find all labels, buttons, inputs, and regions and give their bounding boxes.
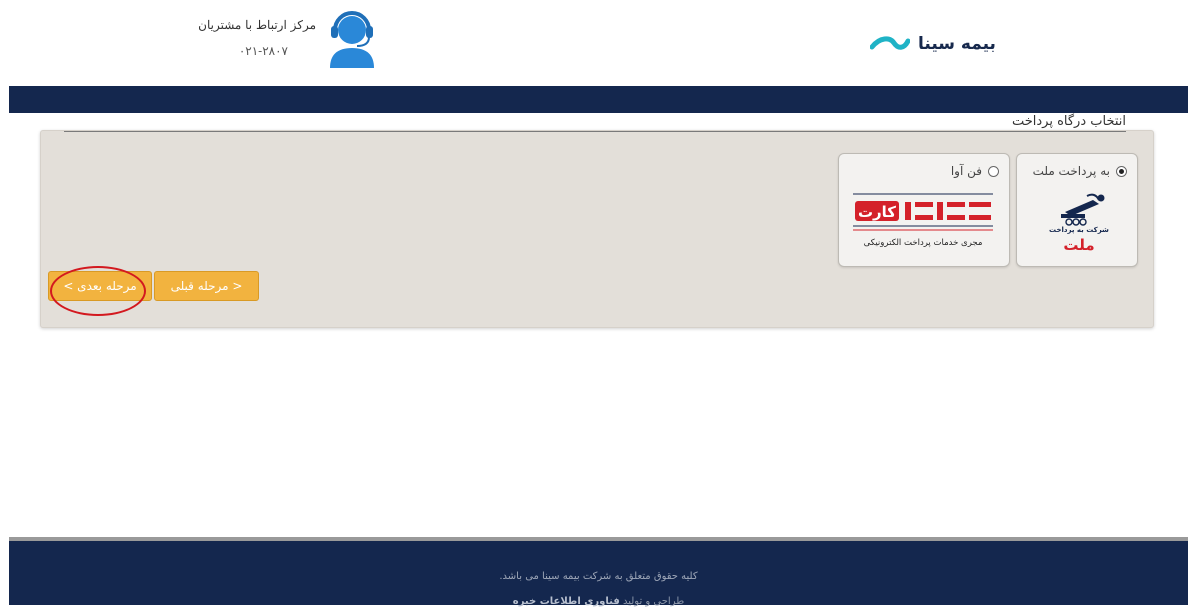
gateway-option-fanava[interactable]: فن آوا کارت مجری خدمات پرداخت الکترونیکی bbox=[838, 153, 1010, 267]
section-divider bbox=[64, 131, 1126, 132]
gateway-radio-mellat[interactable] bbox=[1116, 165, 1127, 177]
site-footer: کلیه حقوق متعلق به شرکت بیمه سینا می باش… bbox=[9, 541, 1188, 607]
brand-wave-icon bbox=[870, 36, 910, 50]
gateway-option-mellat[interactable]: به پرداخت ملت شرکت به پرداخت ملت bbox=[1016, 153, 1138, 267]
footer-credit-company[interactable]: فناوری اطلاعات خبره bbox=[513, 596, 620, 607]
support-phone: ۰۲۱-۲۸۰۷ bbox=[238, 44, 288, 58]
support-title: مرکز ارتباط با مشتریان bbox=[198, 18, 316, 32]
mellat-logo: شرکت به پرداخت ملت bbox=[1047, 190, 1111, 262]
fanava-card-logo: کارت مجری خدمات پرداخت الکترونیکی bbox=[849, 192, 997, 254]
site-header: بیمه سینا مرکز ارتباط با مشتریان ۰۲۱-۲۸۰… bbox=[0, 0, 1188, 86]
support-center: مرکز ارتباط با مشتریان ۰۲۱-۲۸۰۷ bbox=[190, 10, 380, 72]
next-step-button[interactable]: مرحله بعدی > bbox=[48, 271, 152, 301]
gateway-radio-fanava[interactable] bbox=[988, 165, 999, 177]
svg-text:کارت: کارت bbox=[858, 203, 896, 221]
fanava-logo-mark: کارت bbox=[853, 193, 993, 231]
gateway-label-row: فن آوا bbox=[951, 164, 999, 178]
footer-credit-prefix: طراحی و تولید bbox=[622, 596, 685, 607]
footer-credit: طراحی و تولید فناوری اطلاعات خبره bbox=[9, 596, 1188, 607]
brand-logo[interactable]: بیمه سینا bbox=[870, 28, 996, 60]
fanava-logo-subtitle: مجری خدمات پرداخت الکترونیکی bbox=[863, 238, 983, 248]
mellat-logo-line1: شرکت به پرداخت bbox=[1049, 226, 1109, 234]
top-nav-bar bbox=[9, 86, 1188, 113]
mellat-logo-line2: ملت bbox=[1063, 236, 1095, 254]
previous-step-button[interactable]: < مرحله قبلی bbox=[154, 271, 259, 301]
mellat-truck-icon bbox=[1061, 193, 1105, 226]
footer-copyright: کلیه حقوق متعلق به شرکت بیمه سینا می باش… bbox=[499, 571, 698, 582]
gateway-label: به پرداخت ملت bbox=[1032, 164, 1110, 178]
section-title: انتخاب درگاه پرداخت bbox=[1011, 114, 1126, 129]
brand-name: بیمه سینا bbox=[918, 34, 996, 54]
gateway-label-row: به پرداخت ملت bbox=[1033, 164, 1127, 178]
gateway-label: فن آوا bbox=[950, 164, 982, 178]
headset-agent-icon bbox=[330, 11, 374, 68]
